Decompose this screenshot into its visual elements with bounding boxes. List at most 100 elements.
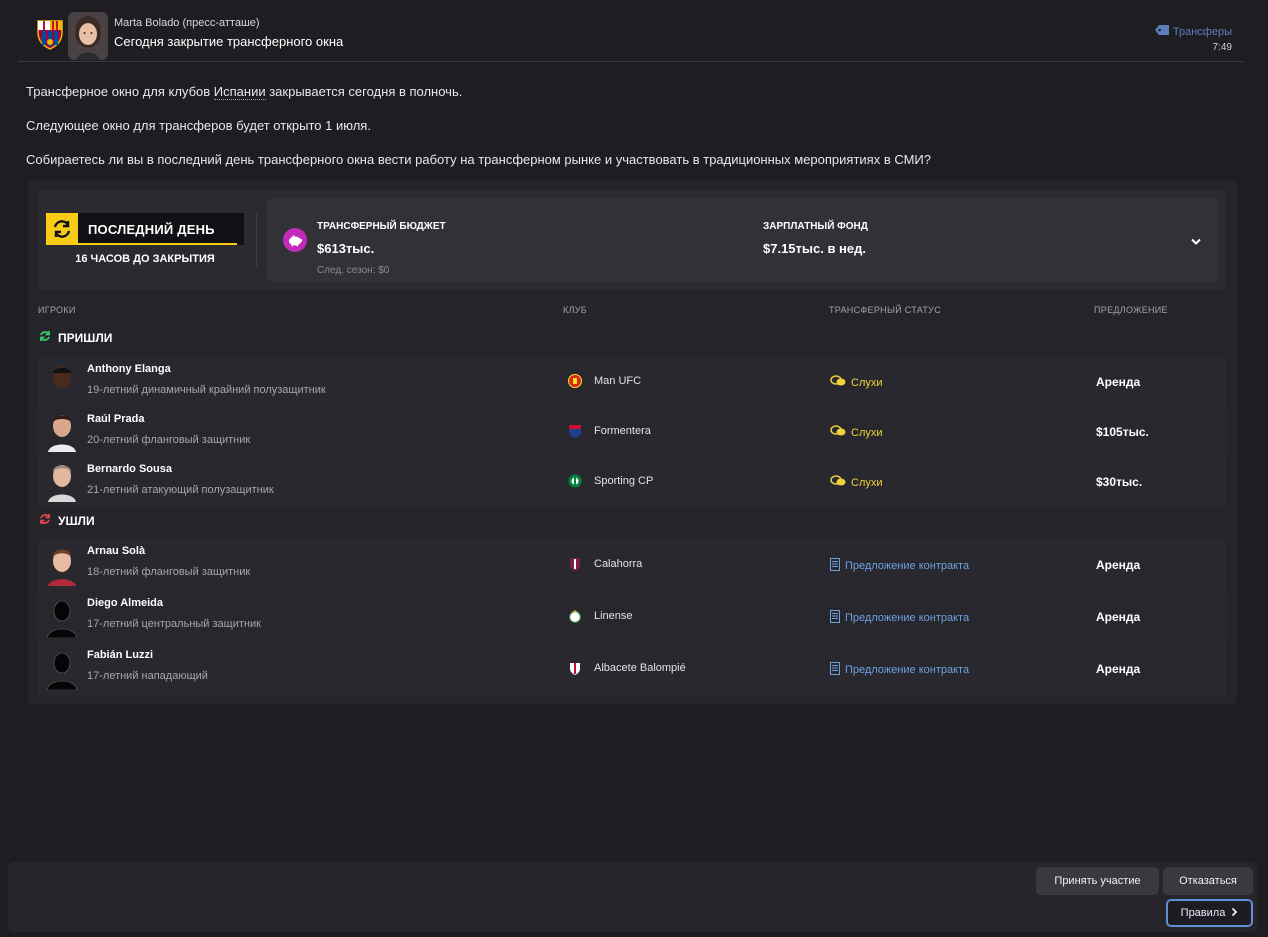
silhouette-icon bbox=[46, 648, 78, 690]
offer-value: Аренда bbox=[1096, 558, 1141, 572]
status-label: Слухи bbox=[851, 426, 883, 439]
club-name[interactable]: Formentera bbox=[594, 425, 651, 437]
nation-link[interactable]: Испании bbox=[213, 84, 266, 100]
table-row[interactable]: Bernardo Sousa 21-летний атакующий полуз… bbox=[38, 456, 1226, 506]
body-paragraph-3: Собираетесь ли вы в последний день транс… bbox=[26, 152, 931, 167]
document-icon bbox=[830, 558, 840, 574]
outgoing-arrows-icon bbox=[38, 512, 52, 529]
column-offer[interactable]: ПРЕДЛОЖЕНИЕ bbox=[1094, 305, 1168, 315]
deadline-title: ПОСЛЕДНИЙ ДЕНЬ bbox=[88, 222, 215, 237]
section-label: УШЛИ bbox=[58, 513, 95, 528]
player-face-icon bbox=[46, 362, 78, 404]
club-crest-icon bbox=[568, 661, 582, 675]
club-crest-icon bbox=[36, 18, 64, 50]
decline-button[interactable]: Отказаться bbox=[1163, 867, 1253, 895]
paragraph-text: Трансферное окно для клубов bbox=[26, 84, 214, 99]
club-crest-icon bbox=[568, 609, 582, 624]
club-crest-icon bbox=[568, 424, 582, 438]
transfer-status: Слухи bbox=[830, 475, 883, 490]
table-row[interactable]: Fabián Luzzi 17-летний нападающий Albace… bbox=[38, 643, 1226, 695]
deadline-icon bbox=[46, 213, 78, 245]
deadline-underline bbox=[78, 243, 237, 245]
player-face-icon bbox=[46, 410, 78, 452]
transfer-status[interactable]: Предложение контракта bbox=[830, 662, 969, 678]
body-paragraph-2: Следующее окно для трансферов будет откр… bbox=[26, 118, 371, 133]
player-name[interactable]: Fabián Luzzi bbox=[87, 649, 153, 661]
document-icon bbox=[830, 610, 840, 626]
wage-budget-label: ЗАРПЛАТНЫЙ ФОНД bbox=[763, 221, 868, 232]
message-subject: Сегодня закрытие трансферного окна bbox=[114, 34, 344, 49]
column-status[interactable]: ТРАНСФЕРНЫЙ СТАТУС bbox=[829, 305, 941, 315]
status-label: Предложение контракта bbox=[845, 612, 970, 624]
player-name[interactable]: Diego Almeida bbox=[87, 597, 163, 609]
club-name[interactable]: Sporting CP bbox=[594, 475, 653, 487]
transfer-budget-value: $613тыс. bbox=[317, 241, 375, 256]
message-time: 7:49 bbox=[1212, 42, 1232, 53]
player-name[interactable]: Anthony Elanga bbox=[87, 363, 171, 375]
table-row[interactable]: Raúl Prada 20-летний фланговый защитник … bbox=[38, 406, 1226, 456]
next-season-budget: След. сезон: $0 bbox=[317, 265, 390, 276]
status-label: Предложение контракта bbox=[845, 664, 970, 676]
player-description: 21-летний атакующий полузащитник bbox=[87, 484, 274, 496]
player-name[interactable]: Arnau Solà bbox=[87, 545, 145, 557]
category-label: Трансферы bbox=[1172, 25, 1232, 38]
club-name[interactable]: Calahorra bbox=[594, 558, 642, 570]
club-crest-icon bbox=[568, 557, 582, 571]
table-row[interactable]: Diego Almeida 17-летний центральный защи… bbox=[38, 591, 1226, 643]
chevron-down-icon[interactable] bbox=[1190, 234, 1202, 252]
category-tag[interactable]: Трансферы bbox=[1154, 25, 1232, 38]
offer-value: Аренда bbox=[1096, 662, 1141, 676]
section-outgoing: УШЛИ bbox=[38, 512, 95, 529]
paragraph-text: закрывается сегодня в полночь. bbox=[265, 84, 463, 99]
club-name[interactable]: Albacete Balompié bbox=[594, 662, 686, 674]
section-label: ПРИШЛИ bbox=[58, 330, 113, 345]
offer-value: $105тыс. bbox=[1096, 425, 1149, 439]
accept-button[interactable]: Принять участие bbox=[1036, 867, 1159, 895]
player-face-icon bbox=[46, 544, 78, 586]
status-label: Слухи bbox=[851, 476, 883, 489]
player-name[interactable]: Raúl Prada bbox=[87, 413, 144, 425]
sender-name[interactable]: Marta Bolado (пресс-атташе) bbox=[114, 17, 260, 29]
player-description: 18-летний фланговый защитник bbox=[87, 566, 251, 578]
status-label: Предложение контракта bbox=[845, 560, 970, 572]
club-name[interactable]: Linense bbox=[594, 610, 633, 622]
club-crest-icon bbox=[568, 374, 582, 388]
piggy-bank-icon bbox=[283, 228, 307, 252]
tag-icon bbox=[1154, 25, 1169, 38]
player-name[interactable]: Bernardo Sousa bbox=[87, 463, 172, 475]
club-crest-icon bbox=[568, 474, 582, 488]
header-divider bbox=[18, 61, 1244, 62]
rules-label: Правила bbox=[1180, 907, 1226, 919]
deadline-countdown: 16 ЧАСОВ ДО ЗАКРЫТИЯ bbox=[75, 253, 215, 265]
speech-bubbles-icon bbox=[830, 425, 846, 440]
player-description: 17-летний нападающий bbox=[87, 670, 208, 682]
rules-button[interactable]: Правила bbox=[1166, 899, 1253, 927]
player-face-icon bbox=[46, 460, 78, 502]
transfer-status[interactable]: Предложение контракта bbox=[830, 610, 969, 626]
section-incoming: ПРИШЛИ bbox=[38, 329, 112, 346]
message-header: Marta Bolado (пресс-атташе) Сегодня закр… bbox=[0, 0, 1268, 62]
transfer-status: Слухи bbox=[830, 375, 883, 390]
player-description: 19-летний динамичный крайний полузащитни… bbox=[87, 384, 326, 396]
player-description: 17-летний центральный защитник bbox=[87, 618, 261, 630]
table-row[interactable]: Anthony Elanga 19-летний динамичный край… bbox=[38, 356, 1226, 406]
body-paragraph-1: Трансферное окно для клубов Испании закр… bbox=[26, 84, 463, 100]
offer-value: Аренда bbox=[1096, 375, 1141, 389]
budget-box[interactable] bbox=[267, 198, 1218, 282]
transfer-status: Слухи bbox=[830, 425, 883, 440]
speech-bubbles-icon bbox=[830, 375, 846, 390]
speech-bubbles-icon bbox=[830, 475, 846, 490]
transfer-status[interactable]: Предложение контракта bbox=[830, 558, 969, 574]
transfer-budget-label: ТРАНСФЕРНЫЙ БЮДЖЕТ bbox=[317, 221, 446, 232]
table-row[interactable]: Arnau Solà 18-летний фланговый защитник … bbox=[38, 539, 1226, 591]
offer-value: $30тыс. bbox=[1096, 475, 1143, 489]
column-players[interactable]: ИГРОКИ bbox=[38, 305, 76, 315]
wage-budget-value: $7.15тыс. в нед. bbox=[763, 241, 867, 256]
club-name[interactable]: Man UFC bbox=[594, 375, 641, 387]
summary-separator bbox=[256, 213, 257, 267]
sender-avatar[interactable] bbox=[68, 12, 108, 60]
silhouette-icon bbox=[46, 596, 78, 638]
column-club[interactable]: КЛУБ bbox=[563, 305, 587, 315]
action-footer: Принять участие Отказаться Правила bbox=[8, 862, 1257, 932]
status-label: Слухи bbox=[851, 376, 883, 389]
